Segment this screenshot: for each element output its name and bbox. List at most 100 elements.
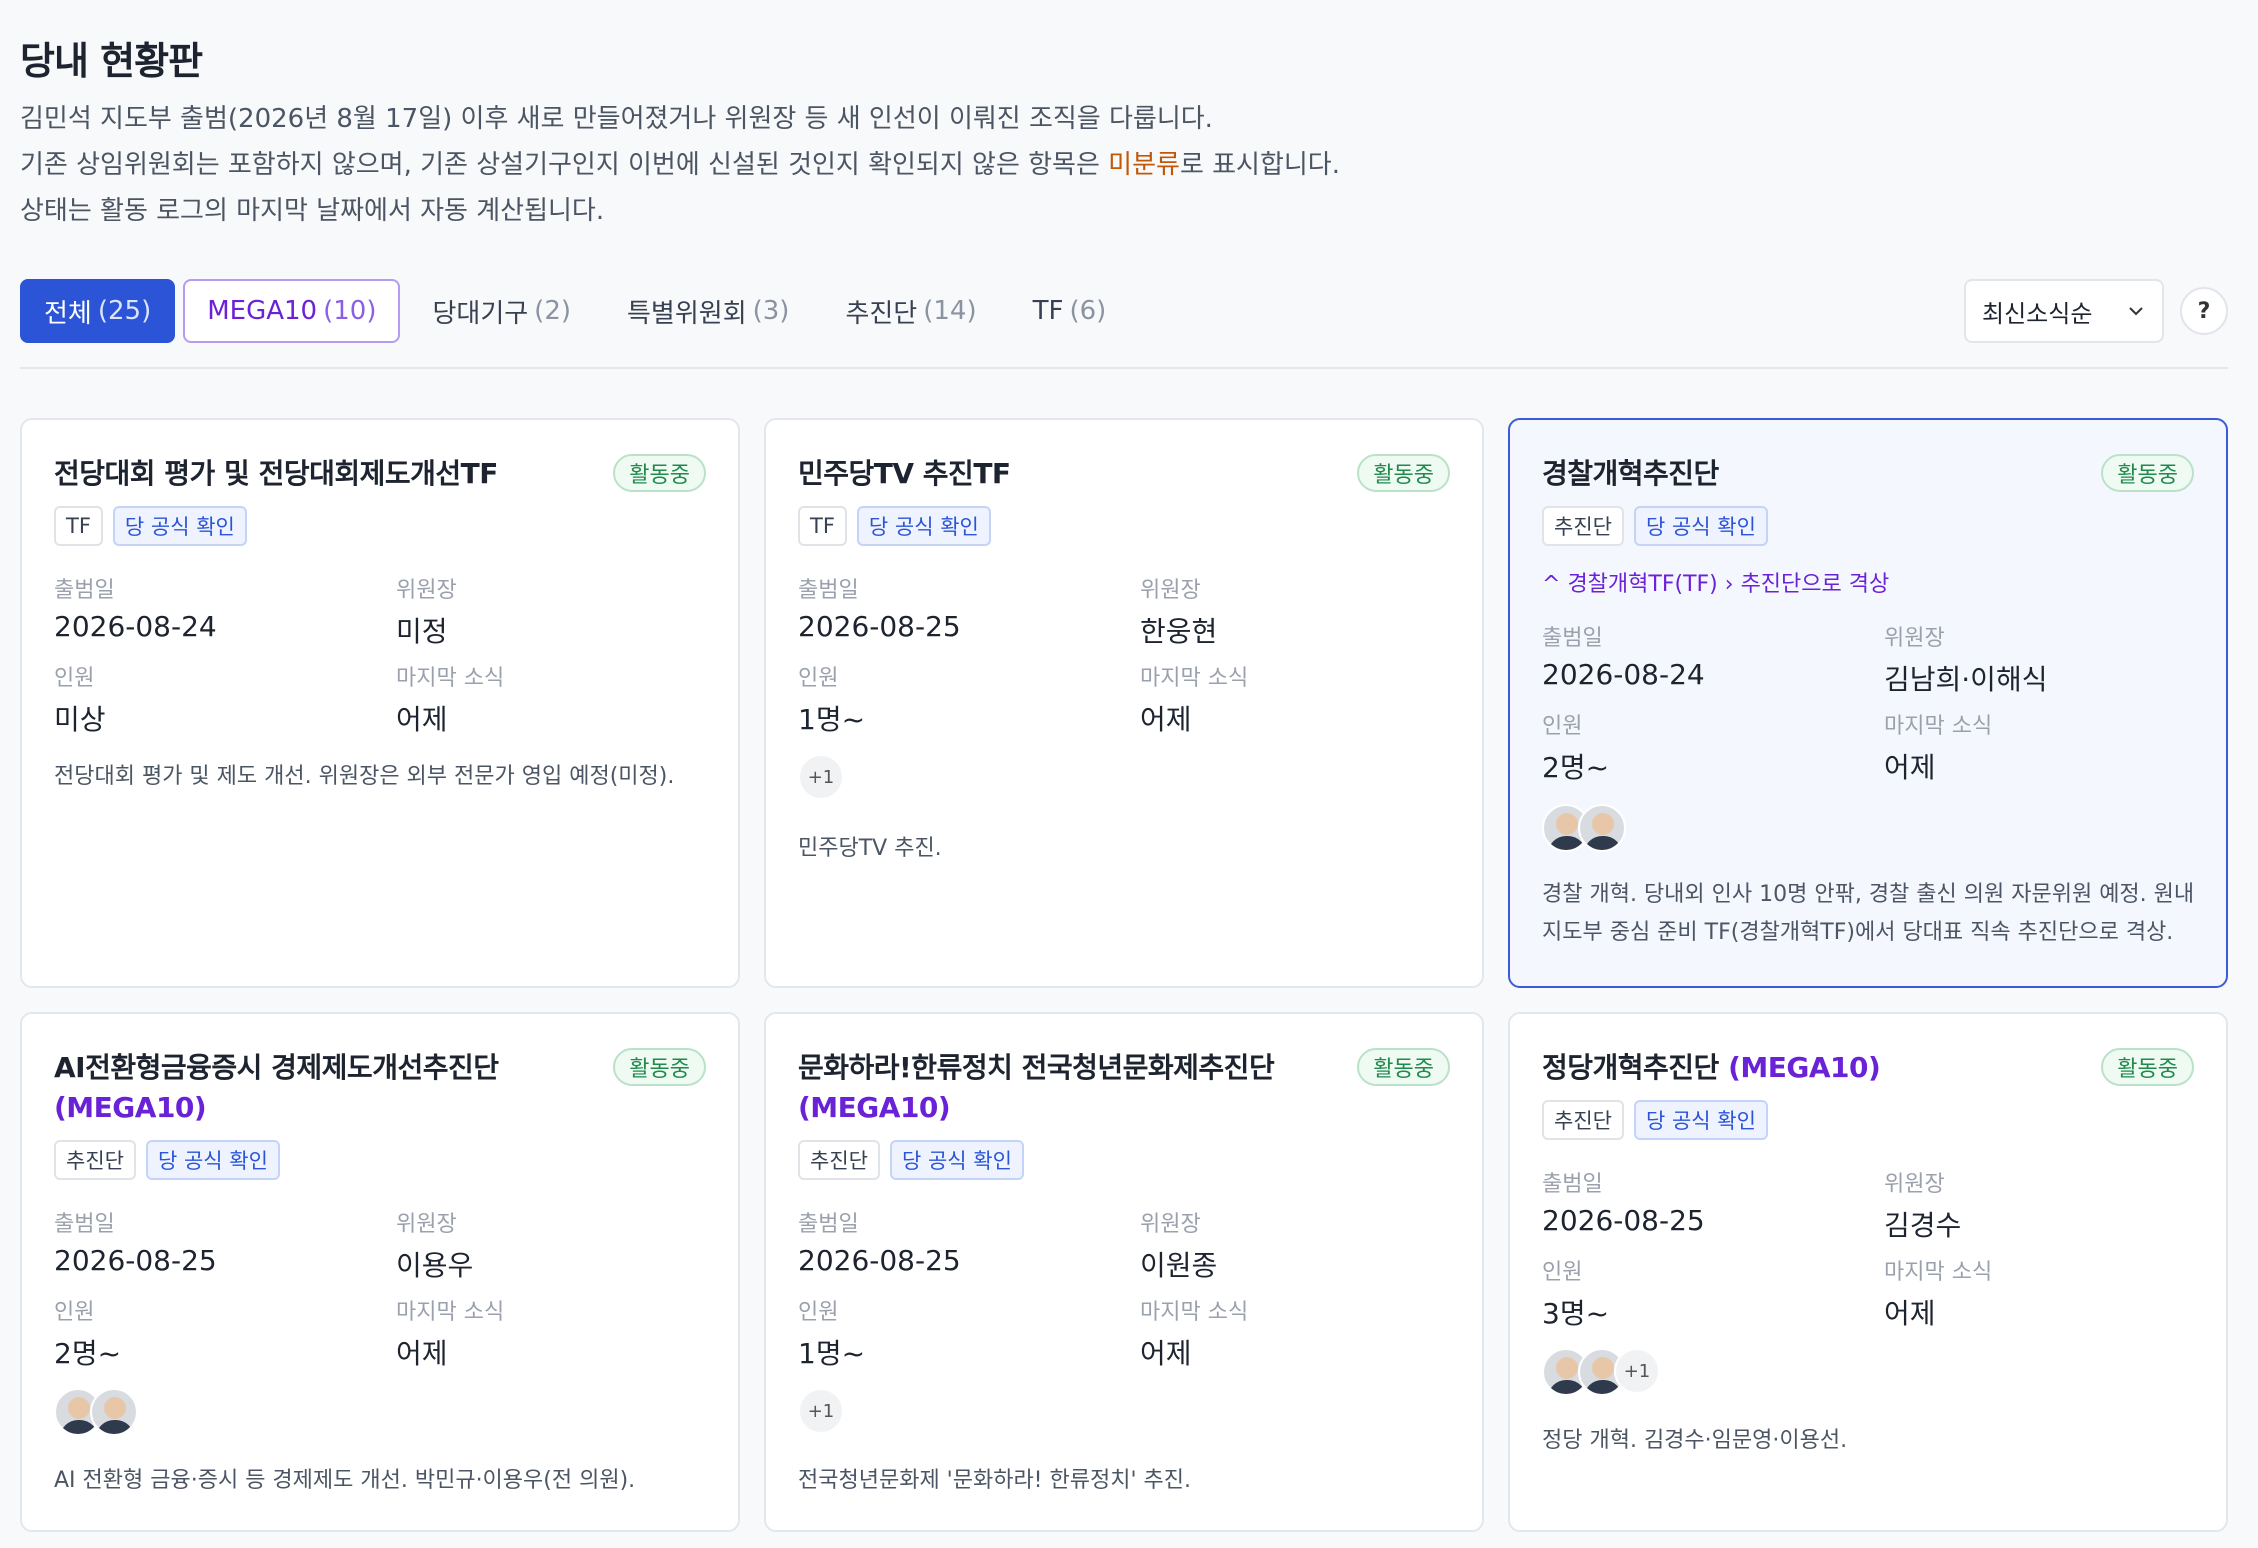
official-tag: 당 공식 확인: [145, 1140, 280, 1180]
org-card[interactable]: 전당대회 평가 및 전당대회제도개선TF 활동중 TF 당 공식 확인 출범일 2…: [20, 418, 740, 988]
card-note: 경찰 개혁. 당내외 인사 10명 안팎, 경찰 출신 의원 자문위원 예정. …: [1542, 882, 2195, 945]
card-title: 민주당TV 추진TF: [798, 457, 1011, 490]
divider: [20, 367, 2228, 369]
field-last: 마지막 소식 어제: [396, 1300, 505, 1370]
field-start: 출범일 2026-08-25: [798, 1212, 961, 1277]
org-card[interactable]: 정당개혁추진단 (MEGA10) 활동중 추진단 당 공식 확인 출범일 2026…: [1508, 1012, 2228, 1532]
org-card[interactable]: 문화하라!한류정치 전국청년문화제추진단 (MEGA10) 활동중 추진단 당 공…: [764, 1012, 1484, 1532]
official-tag: 당 공식 확인: [856, 506, 991, 546]
page-title: 당내 현황판: [20, 39, 203, 83]
type-tag: TF: [54, 506, 103, 546]
tab-tf[interactable]: TF (6): [1009, 279, 1131, 343]
card-title: 경찰개혁추진단: [1542, 457, 1719, 490]
upgrade-history[interactable]: ^ 경찰개혁TF(TF) › 추진단으로 격상: [1542, 566, 1889, 598]
field-members: 인원 1명~: [798, 666, 866, 736]
more-members-badge[interactable]: +1: [798, 754, 844, 800]
tab-special-committee[interactable]: 특별위원회 (3): [603, 279, 813, 343]
field-start: 출범일 2026-08-25: [798, 578, 961, 643]
mega10-label: (MEGA10): [798, 1091, 951, 1124]
field-members: 인원 2명~: [54, 1300, 122, 1370]
org-card[interactable]: 민주당TV 추진TF 활동중 TF 당 공식 확인 출범일 2026-08-25 …: [764, 418, 1484, 988]
tab-mega10[interactable]: MEGA10 (10): [183, 279, 401, 343]
card-tags: 추진단 당 공식 확인: [1542, 1100, 1768, 1140]
field-members: 인원 2명~: [1542, 714, 1610, 784]
field-chair: 위원장 이용우: [396, 1212, 474, 1282]
tab-party-body[interactable]: 당대기구 (2): [408, 279, 595, 343]
description-line-3: 상태는 활동 로그의 마지막 날짜에서 자동 계산됩니다.: [20, 196, 605, 226]
field-chair: 위원장 미정: [396, 578, 457, 648]
type-tag: 추진단: [798, 1140, 880, 1180]
sort-select[interactable]: 최신소식순: [1964, 279, 2164, 343]
chevron-right-icon: ›: [1724, 572, 1734, 597]
description-line-1: 김민석 지도부 출범(2026년 8월 17일) 이후 새로 만들어졌거나 위원…: [20, 104, 1213, 134]
unclassified-highlight: 미분류: [1108, 150, 1180, 180]
type-tag: 추진단: [1542, 506, 1624, 546]
status-badge: 활동중: [2101, 454, 2194, 492]
field-last: 마지막 소식 어제: [1140, 666, 1249, 736]
card-title: 정당개혁추진단 (MEGA10): [1542, 1051, 1881, 1084]
field-chair: 위원장 김경수: [1884, 1172, 1962, 1242]
field-last: 마지막 소식 어제: [1884, 714, 1993, 784]
card-tags: 추진단 당 공식 확인: [54, 1140, 280, 1180]
card-title: 문화하라!한류정치 전국청년문화제추진단 (MEGA10): [798, 1051, 1275, 1124]
card-note: AI 전환형 금융·증시 등 경제제도 개선. 박민규·이용우(전 의원).: [54, 1468, 636, 1493]
mega10-label: (MEGA10): [54, 1091, 207, 1124]
member-avatars: +1: [798, 754, 844, 800]
field-members: 인원 미상: [54, 666, 106, 736]
field-start: 출범일 2026-08-25: [54, 1212, 217, 1277]
status-badge: 활동중: [613, 454, 706, 492]
org-card-selected[interactable]: 경찰개혁추진단 활동중 추진단 당 공식 확인 ^ 경찰개혁TF(TF) › 추…: [1508, 418, 2228, 988]
page-description: 김민석 지도부 출범(2026년 8월 17일) 이후 새로 만들어졌거나 위원…: [20, 96, 1340, 234]
type-tag: 추진단: [54, 1140, 136, 1180]
field-start: 출범일 2026-08-24: [1542, 626, 1705, 691]
field-chair: 위원장 한웅현: [1140, 578, 1218, 648]
status-badge: 활동중: [1357, 454, 1450, 492]
member-avatars: [1542, 804, 1626, 852]
type-tag: 추진단: [1542, 1100, 1624, 1140]
field-members: 인원 1명~: [798, 1300, 866, 1370]
status-badge: 활동중: [2101, 1048, 2194, 1086]
caret-up-icon: ^: [1542, 572, 1561, 597]
field-last: 마지막 소식 어제: [396, 666, 505, 736]
sort-label: 최신소식순: [1982, 299, 2093, 328]
type-tag: TF: [798, 506, 847, 546]
chevron-down-icon: [2129, 307, 2143, 316]
official-tag: 당 공식 확인: [112, 506, 247, 546]
card-note: 정당 개혁. 김경수·임문영·이용선.: [1542, 1428, 1848, 1453]
member-avatars: +1: [798, 1388, 844, 1434]
status-badge: 활동중: [1357, 1048, 1450, 1086]
card-tags: TF 당 공식 확인: [54, 506, 247, 546]
member-avatars: [54, 1388, 138, 1436]
card-title: 전당대회 평가 및 전당대회제도개선TF: [54, 457, 498, 490]
official-tag: 당 공식 확인: [1633, 506, 1768, 546]
field-chair: 위원장 이원종: [1140, 1212, 1218, 1282]
description-line-2: 기존 상임위원회는 포함하지 않으며, 기존 상설기구인지 이번에 신설된 것인…: [20, 150, 1340, 180]
more-members-badge[interactable]: +1: [798, 1388, 844, 1434]
card-note: 민주당TV 추진.: [798, 836, 942, 861]
card-tags: 추진단 당 공식 확인: [798, 1140, 1024, 1180]
official-tag: 당 공식 확인: [889, 1140, 1024, 1180]
more-members-badge[interactable]: +1: [1614, 1348, 1660, 1394]
field-chair: 위원장 김남희·이해식: [1884, 626, 2048, 696]
field-members: 인원 3명~: [1542, 1260, 1610, 1330]
card-tags: TF 당 공식 확인: [798, 506, 991, 546]
field-start: 출범일 2026-08-24: [54, 578, 217, 643]
card-note: 전국청년문화제 '문화하라! 한류정치' 추진.: [798, 1468, 1191, 1493]
org-card[interactable]: AI전환형금융증시 경제제도개선추진단 (MEGA10) 활동중 추진단 당 공식…: [20, 1012, 740, 1532]
card-title: AI전환형금융증시 경제제도개선추진단 (MEGA10): [54, 1051, 499, 1124]
card-note: 전당대회 평가 및 제도 개선. 위원장은 외부 전문가 영입 예정(미정).: [54, 764, 675, 789]
avatar[interactable]: [1578, 804, 1626, 852]
field-last: 마지막 소식 어제: [1140, 1300, 1249, 1370]
status-badge: 활동중: [613, 1048, 706, 1086]
field-last: 마지막 소식 어제: [1884, 1260, 1993, 1330]
mega10-label: (MEGA10): [1728, 1051, 1881, 1084]
tab-all[interactable]: 전체 (25): [20, 279, 176, 343]
tab-task-force-group[interactable]: 추진단 (14): [821, 279, 1000, 343]
official-tag: 당 공식 확인: [1633, 1100, 1768, 1140]
avatar[interactable]: [90, 1388, 138, 1436]
field-start: 출범일 2026-08-25: [1542, 1172, 1705, 1237]
card-tags: 추진단 당 공식 확인: [1542, 506, 1768, 546]
filter-tabs: 전체 (25) MEGA10 (10) 당대기구 (2) 특별위원회 (3) 추진단 (1…: [20, 279, 1130, 343]
help-button[interactable]: ?: [2180, 287, 2228, 335]
member-avatars: +1: [1542, 1348, 1660, 1396]
